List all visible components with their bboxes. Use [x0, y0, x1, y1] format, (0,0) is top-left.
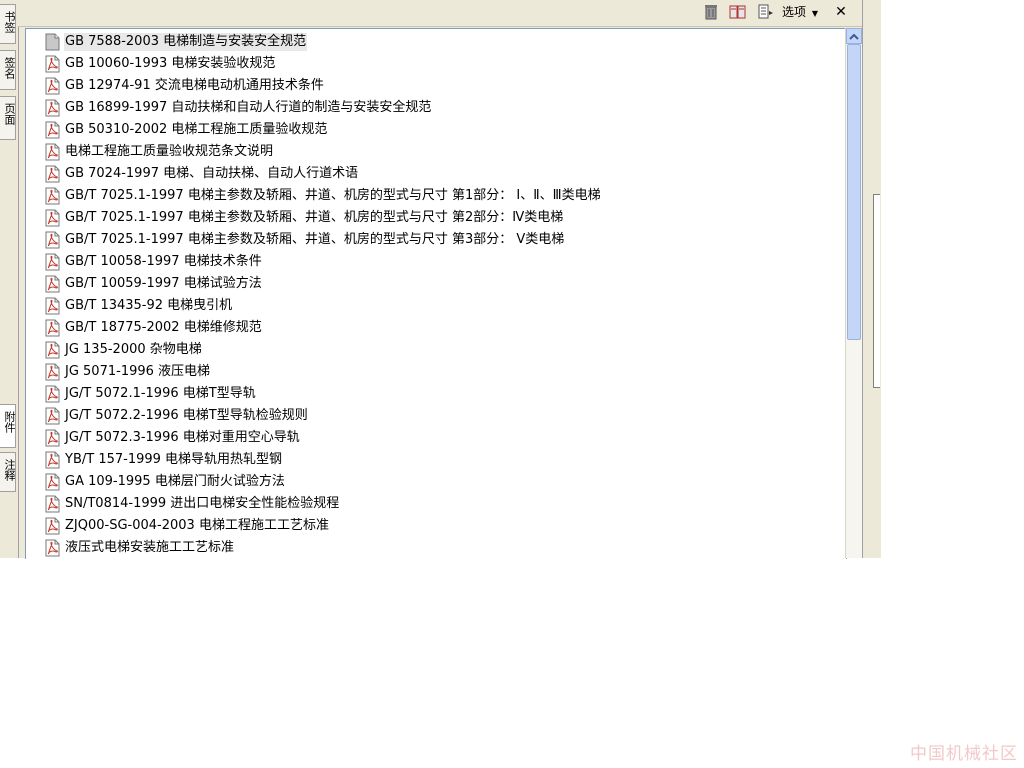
attachment-list-item[interactable]: GB/T 10059-1997 电梯试验方法: [44, 274, 263, 294]
attachment-name: JG 5071-1996 液压电梯: [65, 364, 211, 379]
file-generic-icon: [45, 33, 60, 51]
pdf-file-icon: [45, 275, 60, 293]
tab-signatures[interactable]: 签名: [0, 50, 16, 90]
pdf-file-icon: [45, 231, 60, 249]
attachment-list-item[interactable]: JG 5071-1996 液压电梯: [44, 362, 211, 382]
open-document-icon[interactable]: [728, 3, 748, 21]
attachments-list: GB 7588-2003 电梯制造与安装安全规范 GB 10060-1993 电梯…: [25, 28, 847, 559]
attachment-name: JG/T 5072.3-1996 电梯对重用空心导轨: [65, 430, 300, 445]
attachment-name: GB/T 18775-2002 电梯维修规范: [65, 320, 262, 335]
scroll-thumb[interactable]: [847, 44, 861, 340]
pdf-file-icon: [45, 539, 60, 557]
attachment-list-item[interactable]: GB 7588-2003 电梯制造与安装安全规范: [44, 32, 308, 52]
attachment-list-item[interactable]: GB/T 7025.1-1997 电梯主参数及轿厢、井道、机房的型式与尺寸 第3…: [44, 230, 565, 250]
tab-bookmarks-label: 书签: [3, 11, 16, 33]
attachment-name: GB 16899-1997 自动扶梯和自动人行道的制造与安装安全规范: [65, 100, 432, 115]
pdf-file-icon: [45, 165, 60, 183]
attachment-list-item[interactable]: ZJQ00-SG-004-2003 电梯工程施工工艺标准: [44, 516, 330, 536]
attachment-name: JG/T 5072.1-1996 电梯T型导轨: [65, 386, 256, 401]
attachment-list-item[interactable]: 电梯工程施工质量验收规范条文说明: [44, 142, 274, 162]
tab-pages-label: 页面: [3, 103, 16, 125]
attachment-list-item[interactable]: GB/T 18775-2002 电梯维修规范: [44, 318, 263, 338]
pdf-file-icon: [45, 77, 60, 95]
tab-attachments[interactable]: 附件: [0, 404, 16, 448]
tab-signatures-label: 签名: [3, 57, 16, 79]
watermark: 中国机械社区: [910, 744, 1018, 764]
attachment-list-item[interactable]: GB 50310-2002 电梯工程施工质量验收规范: [44, 120, 328, 140]
attachment-list-item[interactable]: GB/T 10058-1997 电梯技术条件: [44, 252, 263, 272]
chevron-down-icon: ▼: [811, 9, 818, 18]
attachment-name: SN/T0814-1999 进出口电梯安全性能检验规程: [65, 496, 340, 511]
scroll-up-button[interactable]: [846, 28, 862, 44]
attachment-name: GB/T 13435-92 电梯曳引机: [65, 298, 233, 313]
attachment-list-item[interactable]: GB/T 7025.1-1997 电梯主参数及轿厢、井道、机房的型式与尺寸 第2…: [44, 208, 564, 228]
tab-pages[interactable]: 页面: [0, 96, 16, 140]
pdf-file-icon: [45, 473, 60, 491]
attachment-name: ZJQ00-SG-004-2003 电梯工程施工工艺标准: [65, 518, 329, 533]
attachment-list-item[interactable]: JG/T 5072.3-1996 电梯对重用空心导轨: [44, 428, 301, 448]
attachment-list-item[interactable]: 液压式电梯安装施工工艺标准: [44, 538, 235, 558]
pdf-file-icon: [45, 99, 60, 117]
attachment-name: GB/T 10059-1997 电梯试验方法: [65, 276, 262, 291]
pdf-file-icon: [45, 341, 60, 359]
pdf-file-icon: [45, 429, 60, 447]
attachment-name: 电梯工程施工质量验收规范条文说明: [65, 144, 274, 159]
attachment-name: GB 7024-1997 电梯、自动扶梯、自动人行道术语: [65, 166, 359, 181]
attachment-name: 液压式电梯安装施工工艺标准: [65, 540, 235, 555]
attachments-toolbar: 选项 ▼ ✕: [18, 0, 862, 27]
pdf-file-icon: [45, 253, 60, 271]
attachment-list-item[interactable]: JG/T 5072.2-1996 电梯T型导轨检验规则: [44, 406, 309, 426]
attachment-list-item[interactable]: SN/T0814-1999 进出口电梯安全性能检验规程: [44, 494, 340, 514]
attachment-list-item[interactable]: GB 12974-91 交流电梯电动机通用技术条件: [44, 76, 325, 96]
options-menu-label: 选项: [782, 5, 807, 19]
tab-attachments-label: 附件: [3, 411, 16, 433]
attachment-list-item[interactable]: GA 109-1995 电梯层门耐火试验方法: [44, 472, 286, 492]
pdf-file-icon: [45, 187, 60, 205]
attachment-name: GA 109-1995 电梯层门耐火试验方法: [65, 474, 285, 489]
attachment-list-item[interactable]: GB/T 7025.1-1997 电梯主参数及轿厢、井道、机房的型式与尺寸 第1…: [44, 186, 602, 206]
attachment-list-item[interactable]: JG/T 5072.1-1996 电梯T型导轨: [44, 384, 257, 404]
attachment-name: JG 135-2000 杂物电梯: [65, 342, 202, 357]
attachment-list-item[interactable]: YB/T 157-1999 电梯导轨用热轧型钢: [44, 450, 283, 470]
pdf-file-icon: [45, 319, 60, 337]
attachment-name: GB 50310-2002 电梯工程施工质量验收规范: [65, 122, 328, 137]
pdf-file-icon: [45, 209, 60, 227]
pdf-file-icon: [45, 495, 60, 513]
pdf-file-icon: [45, 55, 60, 73]
attachment-name: JG/T 5072.2-1996 电梯T型导轨检验规则: [65, 408, 308, 423]
attachment-name: YB/T 157-1999 电梯导轨用热轧型钢: [65, 452, 283, 467]
chevron-up-icon: [849, 33, 859, 40]
attachment-name: GB/T 7025.1-1997 电梯主参数及轿厢、井道、机房的型式与尺寸 第3…: [65, 232, 565, 247]
attachment-name: GB 7588-2003 电梯制造与安装安全规范: [64, 33, 308, 51]
tab-comments[interactable]: 注释: [0, 452, 16, 492]
attachment-options-icon[interactable]: [756, 3, 774, 21]
attachment-name: GB/T 10058-1997 电梯技术条件: [65, 254, 262, 269]
pdf-file-icon: [45, 517, 60, 535]
attachment-list-item[interactable]: GB 7024-1997 电梯、自动扶梯、自动人行道术语: [44, 164, 359, 184]
attachment-list-item[interactable]: GB 10060-1993 电梯安装验收规范: [44, 54, 276, 74]
pdf-file-icon: [45, 451, 60, 469]
tab-comments-label: 注释: [3, 459, 16, 481]
attachment-name: GB/T 7025.1-1997 电梯主参数及轿厢、井道、机房的型式与尺寸 第2…: [65, 210, 564, 225]
trash-icon[interactable]: [702, 3, 720, 21]
attachment-list-item[interactable]: GB 16899-1997 自动扶梯和自动人行道的制造与安装安全规范: [44, 98, 432, 118]
attachment-list-item[interactable]: GB/T 13435-92 电梯曳引机: [44, 296, 233, 316]
vertical-scrollbar[interactable]: [845, 28, 862, 558]
pdf-file-icon: [45, 121, 60, 139]
pdf-file-icon: [45, 297, 60, 315]
pdf-file-icon: [45, 143, 60, 161]
tab-bookmarks[interactable]: 书签: [0, 4, 16, 44]
pdf-file-icon: [45, 407, 60, 425]
attachment-name: GB/T 7025.1-1997 电梯主参数及轿厢、井道、机房的型式与尺寸 第1…: [65, 188, 601, 203]
attachment-name: GB 12974-91 交流电梯电动机通用技术条件: [65, 78, 324, 93]
pdf-file-icon: [45, 385, 60, 403]
options-menu-button[interactable]: 选项 ▼: [782, 3, 818, 21]
side-tab-strip: 书签 签名 页面 附件 注释: [0, 0, 19, 558]
attachments-panel: 书签 签名 页面 附件 注释 选项 ▼ ✕ GB 7588-2003 电梯制造与…: [0, 0, 881, 559]
attachment-list-item[interactable]: JG 135-2000 杂物电梯: [44, 340, 203, 360]
document-page-sliver: [873, 194, 880, 388]
attachment-name: GB 10060-1993 电梯安装验收规范: [65, 56, 276, 71]
pdf-file-icon: [45, 363, 60, 381]
close-button[interactable]: ✕: [832, 2, 850, 22]
